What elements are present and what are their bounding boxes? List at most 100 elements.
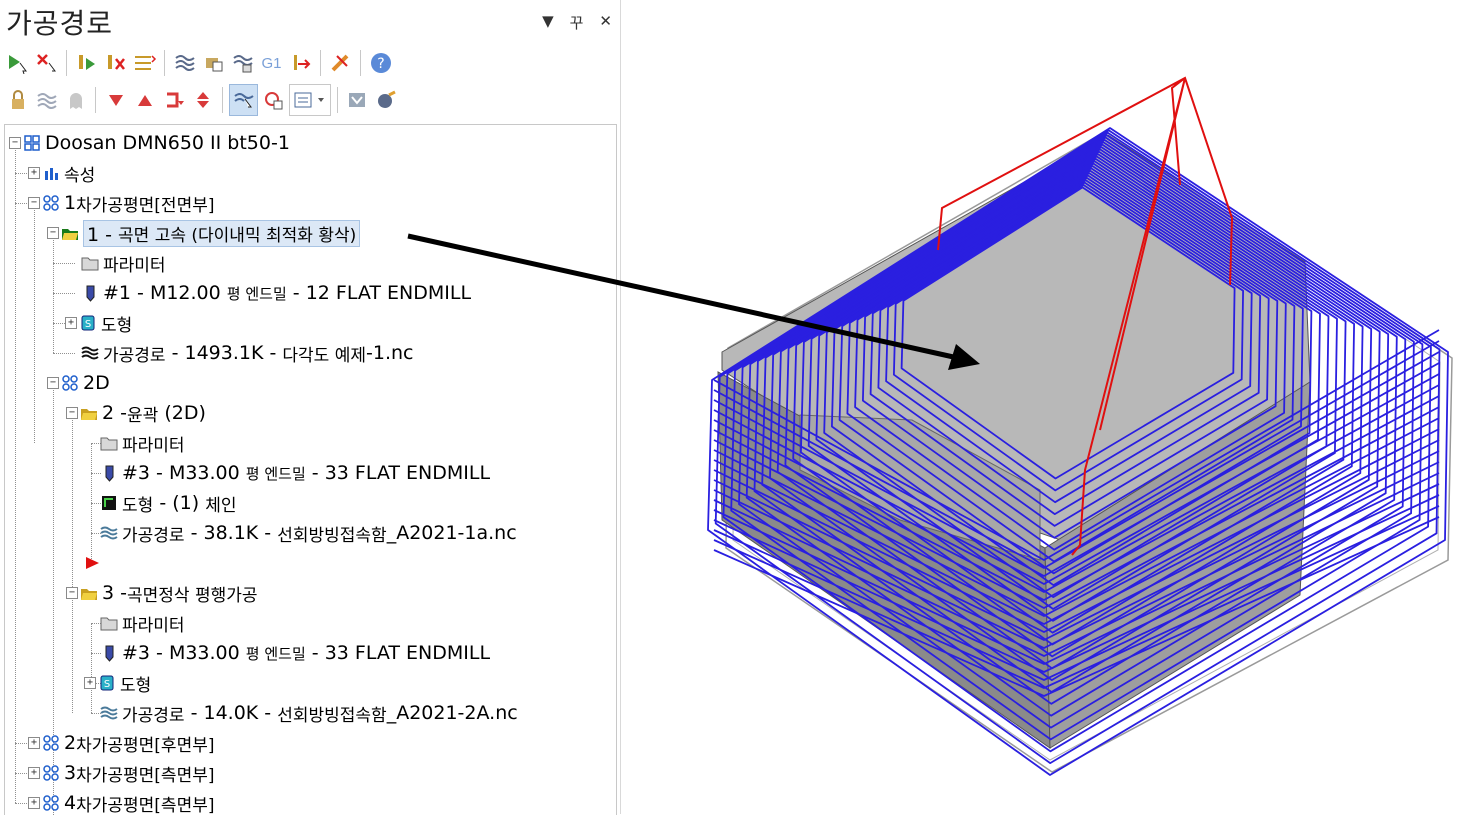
ghost-icon[interactable]	[62, 85, 89, 115]
op-2-geometry-post: 체인	[205, 495, 237, 516]
op-3-geometry-label: 도형	[120, 675, 152, 696]
lock-icon[interactable]	[4, 85, 31, 115]
op-1-toolpath-file-ko: 다각도 예제	[282, 345, 366, 366]
op-1-params-label: 파라미터	[103, 255, 166, 276]
help-icon[interactable]: ?	[367, 48, 394, 78]
simulate-icon[interactable]	[229, 48, 256, 78]
tree-op-1[interactable]: − 1 - 곡면 고속 (다이내믹 최적화 황삭)	[47, 219, 361, 247]
move-ops-icon[interactable]	[131, 48, 158, 78]
op-2-toolpath-file: _A2021-1a.nc	[386, 522, 517, 544]
svg-text:S: S	[104, 679, 110, 690]
expand-icon[interactable]: +	[84, 677, 96, 689]
expand-icon[interactable]: +	[28, 797, 40, 809]
tree-op-2-tool[interactable]: #3 - M33.00 평 엔드밀 - 33 FLAT ENDMILL	[100, 459, 490, 487]
move-up-icon[interactable]	[131, 85, 158, 115]
op-2-toolpath-label: 가공경로	[122, 525, 185, 546]
tree-op-1-params[interactable]: 파라미터	[81, 249, 166, 277]
tree-op-1-geometry[interactable]: + S 도형	[65, 309, 132, 337]
tree-op-3-toolpath[interactable]: 가공경로 - 14.0K - 선회방빙접속함 _A2021-2A.nc	[100, 699, 518, 727]
collapse-icon[interactable]: −	[66, 407, 78, 419]
toolpath-data-icon	[100, 704, 118, 722]
tree-op-2-geometry[interactable]: 도형 - (1) 체인	[100, 489, 236, 517]
dropdown-icon[interactable]: ▼	[542, 12, 554, 33]
scroll-icon[interactable]	[189, 85, 216, 115]
expand-icon[interactable]: +	[28, 167, 40, 179]
op-2-toolpath-file-ko: 선회방빙접속함	[277, 525, 387, 546]
op-2-geometry-count: - (1)	[159, 492, 200, 514]
expand-icon[interactable]: +	[28, 737, 40, 749]
g1-icon[interactable]: G1	[258, 48, 285, 78]
op-3-tool-mid: 평 엔드밀	[245, 644, 306, 663]
verify-icon[interactable]	[200, 48, 227, 78]
group-3-prefix: 3	[64, 762, 77, 784]
op-1-selected[interactable]: 1 - 곡면 고속 (다이내믹 최적화 황삭)	[83, 219, 361, 247]
post-icon[interactable]	[287, 48, 314, 78]
options-dropdown-icon[interactable]	[289, 84, 331, 116]
toolbar-row-2	[4, 84, 400, 116]
move-down-icon[interactable]	[102, 85, 129, 115]
group-1-prefix: 1	[64, 192, 77, 214]
pin-icon[interactable]: 꾸	[570, 12, 584, 33]
collapse-icon[interactable]: −	[9, 137, 21, 149]
insert-arrow-icon[interactable]	[83, 554, 101, 572]
collapse-icon[interactable]: −	[28, 197, 40, 209]
tool-manager-icon[interactable]	[373, 85, 400, 115]
op-1-toolpath-label: 가공경로	[103, 345, 166, 366]
group-2-prefix: 2	[64, 732, 77, 754]
tree-group-1[interactable]: − 1 차가공평면[전면부]	[28, 189, 214, 217]
op-3-toolpath-label: 가공경로	[122, 705, 185, 726]
tree-op-3-geometry[interactable]: + S 도형	[84, 669, 151, 697]
collapse-icon[interactable]: −	[66, 587, 78, 599]
insert-arrow-marker[interactable]	[83, 549, 105, 577]
op-3-num: 3 -	[102, 582, 127, 604]
highfeed-icon[interactable]	[327, 48, 354, 78]
deselect-ops-icon[interactable]	[33, 48, 60, 78]
parameters-folder-icon	[81, 254, 99, 272]
expand-icon[interactable]: +	[65, 317, 77, 329]
tree-group-2d[interactable]: − 2D	[47, 369, 110, 397]
toolpath-tree: − Doosan DMN650 II bt50-1 + 속성 − 1 차가공평면[…	[4, 124, 617, 815]
tree-op-2-toolpath[interactable]: 가공경로 - 38.1K - 선회방빙접속함 _A2021-1a.nc	[100, 519, 517, 547]
tree-op-1-toolpath[interactable]: 가공경로 - 1493.1K - 다각도 예제 -1.nc	[81, 339, 413, 367]
insert-arrow-icon[interactable]	[160, 85, 187, 115]
tree-op-2[interactable]: − 2 - 윤곽 (2D)	[66, 399, 206, 427]
machine-label: Doosan DMN650 II bt50-1	[45, 132, 290, 154]
tree-op-2-params[interactable]: 파라미터	[100, 429, 185, 457]
expand-icon[interactable]: +	[28, 767, 40, 779]
close-icon[interactable]: ✕	[599, 12, 612, 33]
backplot-icon[interactable]	[171, 48, 198, 78]
geometry-icon: S	[79, 314, 97, 332]
tree-group-4[interactable]: + 4 차가공평면[측면부]	[28, 789, 214, 815]
regen-dirty-icon[interactable]	[102, 48, 129, 78]
select-all-ops-icon[interactable]	[4, 48, 31, 78]
op-1-tool-post: - 12 FLAT ENDMILL	[292, 282, 472, 304]
graphics-viewport[interactable]	[621, 0, 1481, 814]
collapse-icon[interactable]: −	[47, 377, 59, 389]
op-3-toolpath-size: - 14.0K -	[190, 702, 272, 724]
toolpath-display-icon[interactable]	[33, 85, 60, 115]
tree-op-3-params[interactable]: 파라미터	[100, 609, 185, 637]
group-2d-label: 2D	[83, 372, 110, 394]
op-2-geometry-label: 도형	[122, 495, 154, 516]
sheet-icon[interactable]	[344, 85, 371, 115]
group-1-label: 차가공평면[전면부]	[76, 195, 215, 216]
parameters-folder-icon	[100, 614, 118, 632]
tree-group-2[interactable]: + 2 차가공평면[후면부]	[28, 729, 214, 757]
tree-properties[interactable]: + 속성	[28, 159, 95, 187]
group-4-prefix: 4	[64, 792, 77, 814]
op-2-tool-pre: #3 - M33.00	[122, 462, 240, 484]
machine-group-icon	[23, 134, 41, 152]
regen-all-icon[interactable]	[73, 48, 100, 78]
tree-op-3[interactable]: − 3 - 곡면정삭 평행가공	[66, 579, 258, 607]
tree-op-1-tool[interactable]: #1 - M12.00 평 엔드밀 - 12 FLAT ENDMILL	[81, 279, 471, 307]
panel-title: 가공경로	[6, 7, 114, 40]
display-selected-icon[interactable]	[260, 85, 287, 115]
tree-op-3-tool[interactable]: #3 - M33.00 평 엔드밀 - 33 FLAT ENDMILL	[100, 639, 490, 667]
tree-machine-group[interactable]: − Doosan DMN650 II bt50-1	[9, 129, 290, 157]
tool-icon	[100, 464, 118, 482]
properties-label: 속성	[64, 165, 96, 186]
filter-icon[interactable]	[229, 84, 258, 116]
tree-group-3[interactable]: + 3 차가공평면[측면부]	[28, 759, 214, 787]
svg-text:?: ?	[377, 56, 384, 72]
collapse-icon[interactable]: −	[47, 227, 59, 239]
